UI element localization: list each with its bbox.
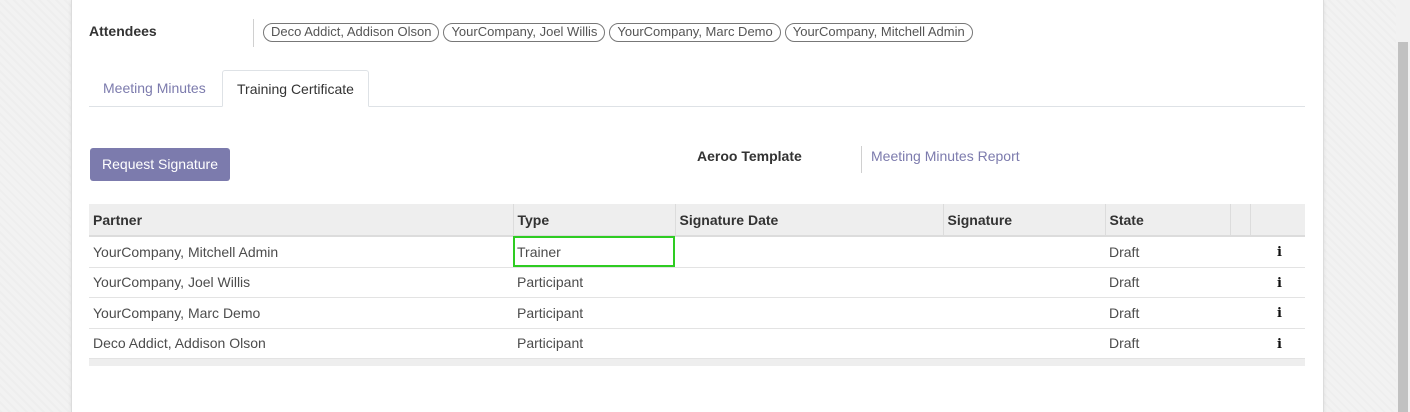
attendee-tag[interactable]: YourCompany, Mitchell Admin — [784, 23, 973, 42]
page-scrollbar[interactable] — [1396, 0, 1410, 412]
cell-signature-date[interactable] — [675, 267, 943, 298]
notebook-tabs: Meeting Minutes Training Certificate — [89, 70, 1305, 107]
table-row[interactable]: YourCompany, Marc Demo Participant Draft… — [89, 297, 1305, 329]
cell-empty — [1230, 297, 1250, 329]
cell-state[interactable]: Draft — [1105, 236, 1230, 268]
cell-signature-date[interactable] — [675, 297, 943, 329]
cell-partner[interactable]: YourCompany, Joel Willis — [89, 267, 513, 298]
cell-signature[interactable] — [943, 297, 1105, 329]
field-separator — [861, 146, 862, 173]
cell-state[interactable]: Draft — [1105, 267, 1230, 298]
cell-info: i — [1250, 328, 1305, 359]
table-footer — [89, 359, 1305, 366]
cell-signature[interactable] — [943, 267, 1105, 298]
table-header-row: Partner Type Signature Date Signature St… — [89, 204, 1305, 237]
aeroo-template-label: Aeroo Template — [697, 148, 802, 164]
column-header-empty — [1229, 204, 1250, 237]
field-separator — [253, 19, 254, 47]
column-header-signature[interactable]: Signature — [942, 204, 1105, 237]
cell-state[interactable]: Draft — [1105, 297, 1230, 329]
aeroo-template-link[interactable]: Meeting Minutes Report — [871, 148, 1020, 164]
cell-partner[interactable]: YourCompany, Mitchell Admin — [89, 236, 513, 268]
cell-type[interactable]: Participant — [513, 267, 675, 298]
cell-type[interactable]: Trainer — [513, 236, 675, 268]
cell-signature[interactable] — [943, 328, 1105, 359]
table-row[interactable]: YourCompany, Joel Willis Participant Dra… — [89, 267, 1305, 298]
attendees-label: Attendees — [89, 23, 157, 39]
cell-type[interactable]: Participant — [513, 297, 675, 329]
signatures-table: Partner Type Signature Date Signature St… — [89, 204, 1305, 359]
scrollbar-thumb[interactable] — [1398, 42, 1408, 412]
cell-info: i — [1250, 267, 1305, 298]
info-icon[interactable]: i — [1277, 276, 1282, 291]
column-header-signature-date[interactable]: Signature Date — [674, 204, 943, 237]
cell-partner[interactable]: Deco Addict, Addison Olson — [89, 328, 513, 359]
attendee-tag[interactable]: Deco Addict, Addison Olson — [263, 23, 440, 42]
column-header-actions — [1249, 204, 1305, 237]
column-header-type[interactable]: Type — [512, 204, 675, 237]
cell-partner[interactable]: YourCompany, Marc Demo — [89, 297, 513, 329]
cell-state[interactable]: Draft — [1105, 328, 1230, 359]
tab-training-certificate[interactable]: Training Certificate — [222, 70, 369, 107]
request-signature-button[interactable]: Request Signature — [90, 148, 230, 181]
cell-info: i — [1250, 297, 1305, 329]
table-row[interactable]: Deco Addict, Addison Olson Participant D… — [89, 328, 1305, 359]
cell-signature-date[interactable] — [675, 328, 943, 359]
attendees-tags: Deco Addict, Addison Olson YourCompany, … — [263, 23, 973, 42]
cell-empty — [1230, 328, 1250, 359]
cell-signature-date[interactable] — [675, 236, 943, 268]
column-header-state[interactable]: State — [1104, 204, 1230, 237]
attendee-tag[interactable]: YourCompany, Marc Demo — [609, 23, 781, 42]
column-header-partner[interactable]: Partner — [89, 204, 513, 237]
cell-type[interactable]: Participant — [513, 328, 675, 359]
cell-info: i — [1250, 236, 1305, 268]
attendee-tag[interactable]: YourCompany, Joel Willis — [443, 23, 606, 42]
info-icon[interactable]: i — [1277, 337, 1282, 352]
info-icon[interactable]: i — [1277, 245, 1282, 260]
cell-empty — [1230, 267, 1250, 298]
info-icon[interactable]: i — [1277, 306, 1282, 321]
cell-signature[interactable] — [943, 236, 1105, 268]
cell-empty — [1230, 236, 1250, 268]
table-row[interactable]: YourCompany, Mitchell Admin Trainer Draf… — [89, 236, 1305, 268]
tab-meeting-minutes[interactable]: Meeting Minutes — [89, 70, 220, 107]
